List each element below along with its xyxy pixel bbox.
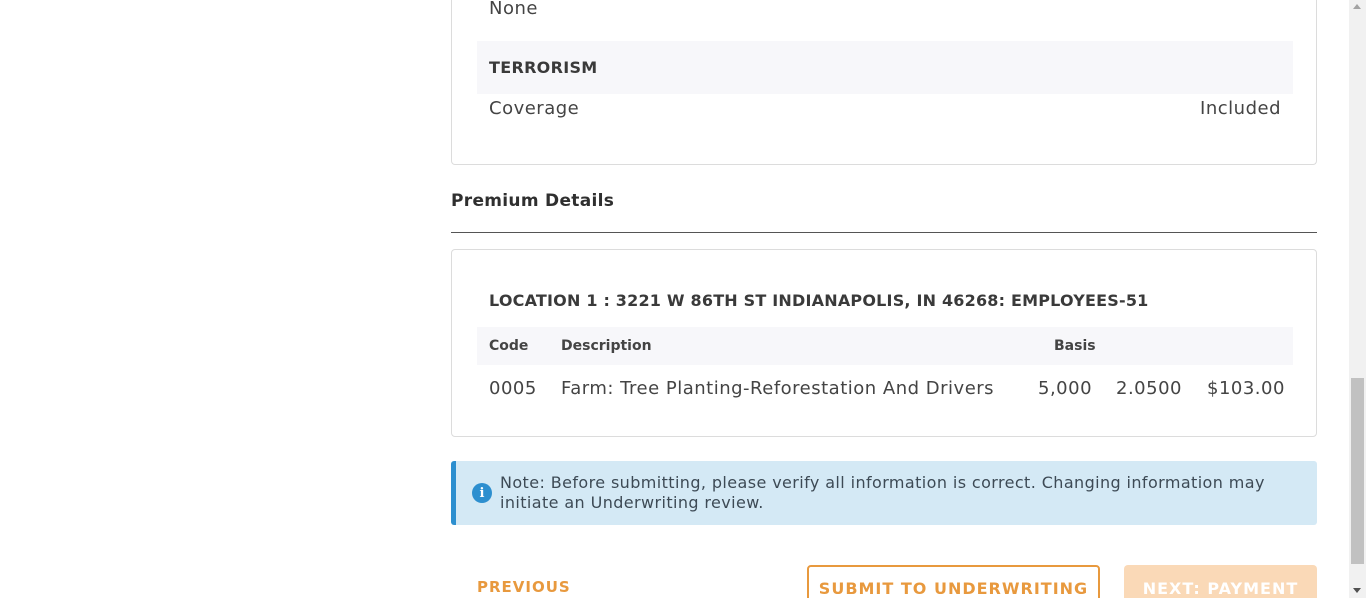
column-header-basis: Basis [1054,338,1096,354]
coverage-row: Coverage Included [489,98,1281,119]
scrollbar-thumb[interactable] [1351,378,1364,564]
coverage-label: Coverage [489,98,580,119]
next-payment-button[interactable]: NEXT: PAYMENT [1124,565,1317,598]
coverage-section-header: TERRORISM [477,41,1293,94]
row-basis: 5,000 [1038,378,1093,399]
note-text: Note: Before submitting, please verify a… [500,473,1265,512]
premium-card: LOCATION 1 : 3221 W 86TH ST INDIANAPOLIS… [451,249,1317,437]
row-code: 0005 [489,378,537,399]
section-title: TERRORISM [489,58,598,77]
coverage-previous-value: None [489,0,538,19]
vertical-scrollbar[interactable] [1349,0,1366,598]
location-title: LOCATION 1 : 3221 W 86TH ST INDIANAPOLIS… [489,291,1149,310]
column-header-description: Description [561,338,652,354]
coverage-card: None TERRORISM Coverage Included [451,0,1317,165]
previous-button[interactable]: PREVIOUS [477,578,571,596]
row-premium: $103.00 [1207,378,1285,399]
verification-note: i Note: Before submitting, please verify… [451,461,1317,525]
premium-details-heading: Premium Details [451,191,615,211]
scroll-up-arrow-icon[interactable] [1353,4,1361,9]
premium-table-header: Code Description Basis [477,327,1293,365]
submit-to-underwriting-button[interactable]: SUBMIT TO UNDERWRITING [807,565,1100,598]
column-header-code: Code [489,338,529,354]
section-divider [451,232,1317,233]
table-row: 0005 Farm: Tree Planting-Reforestation A… [477,376,1293,404]
row-rate: 2.0500 [1116,378,1182,399]
scroll-down-arrow-icon[interactable] [1353,588,1361,593]
info-icon: i [472,483,492,503]
row-description: Farm: Tree Planting-Reforestation And Dr… [561,378,995,399]
coverage-value: Included [1200,98,1281,119]
